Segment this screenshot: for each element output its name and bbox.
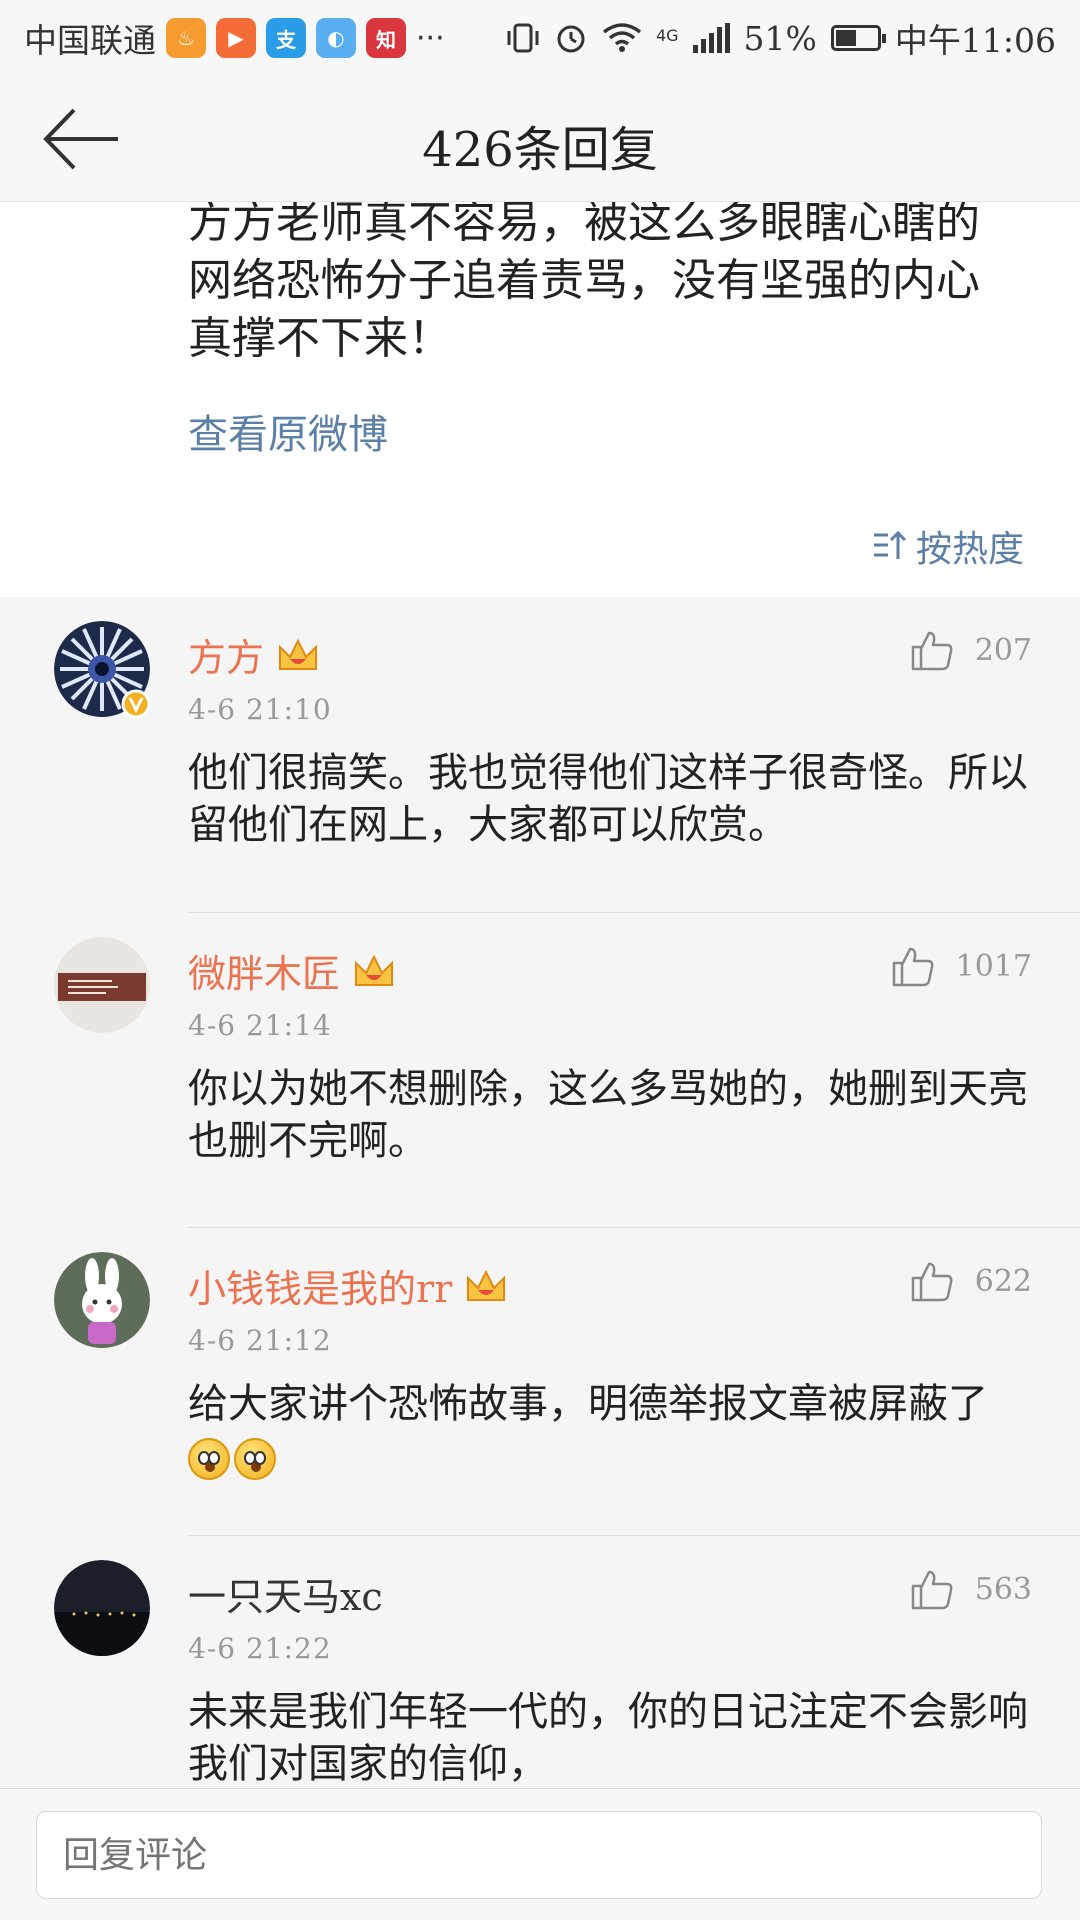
avatar[interactable] bbox=[54, 1252, 150, 1348]
comment-text: 他们很搞笑。我也觉得他们这样子很奇怪。所以留他们在网上，大家都可以欣赏。 bbox=[188, 750, 1028, 848]
avatar[interactable] bbox=[54, 1560, 150, 1656]
comment-item: 微胖木匠 4-6 21:14 1017 你以为她不想删除，这么多骂她的，她删到天… bbox=[0, 913, 1080, 1227]
avatar[interactable] bbox=[54, 937, 150, 1033]
alarm-icon bbox=[557, 25, 585, 53]
verified-badge-icon bbox=[121, 689, 151, 719]
view-original-weibo-link[interactable]: 查看原微博 bbox=[188, 402, 388, 460]
comment-time: 4-6 21:10 bbox=[188, 693, 332, 726]
more-notifications-icon: ··· bbox=[416, 20, 445, 56]
reply-bar bbox=[0, 1788, 1080, 1920]
username-row: 小钱钱是我的rr bbox=[188, 1258, 508, 1313]
status-bar: 中国联通 ♨ ▶ 支 ◐ 知 ··· 4G 51% 中午11:06 bbox=[0, 0, 1080, 76]
avatar-night-city-image bbox=[54, 1560, 150, 1656]
comment-time: 4-6 21:12 bbox=[188, 1324, 332, 1357]
comment-text-block: 给大家讲个恐怖故事，明德举报文章被屏蔽了 bbox=[188, 1378, 1038, 1482]
status-left: 中国联通 ♨ ▶ 支 ◐ 知 ··· bbox=[24, 14, 445, 62]
alipay-icon: 支 bbox=[266, 18, 306, 58]
like-button[interactable]: 563 bbox=[909, 1566, 1032, 1612]
comment-time: 4-6 21:22 bbox=[188, 1632, 332, 1665]
comment-time: 4-6 21:14 bbox=[188, 1009, 332, 1042]
app-icon-orange: ♨ bbox=[166, 18, 206, 58]
comment-item: 一只天马xc 4-6 21:22 563 未来是我们年轻一代的，你的日记注定不会… bbox=[0, 1536, 1080, 1788]
comment-item: 方方 4-6 21:10 207 他们很搞笑。我也觉得他们这样子很奇怪。所以留他… bbox=[0, 597, 1080, 912]
signal-strength-icon bbox=[692, 23, 730, 53]
username[interactable]: 一只天马xc bbox=[188, 1566, 383, 1621]
thumbs-up-icon bbox=[911, 1262, 953, 1302]
top-nav-bar: 426条回复 bbox=[0, 76, 1080, 202]
username-row: 一只天马xc bbox=[188, 1566, 383, 1621]
sort-by-hot-button[interactable]: 按热度 bbox=[872, 520, 1024, 572]
like-count: 1017 bbox=[955, 948, 1032, 984]
vibrate-icon bbox=[507, 23, 539, 53]
clock: 中午11:06 bbox=[894, 21, 1056, 60]
thumbs-up-icon bbox=[911, 631, 953, 671]
battery-fill bbox=[835, 30, 857, 46]
username[interactable]: 方方 bbox=[188, 627, 264, 682]
network-type-label: 4G bbox=[655, 26, 679, 45]
sort-label: 按热度 bbox=[915, 529, 1024, 570]
like-count: 622 bbox=[974, 1263, 1032, 1299]
username[interactable]: 小钱钱是我的rr bbox=[188, 1258, 452, 1313]
status-right: 4G 51% 中午11:06 bbox=[506, 14, 1056, 62]
zhiwang-icon: 知 bbox=[366, 18, 406, 58]
original-comment-section: 方方老师真不容易，被这么多眼瞎心瞎的网络恐怖分子追着责骂，没有坚强的内心真撑不下… bbox=[0, 202, 1080, 597]
crown-badge-icon bbox=[355, 954, 394, 986]
carrier-label: 中国联通 bbox=[24, 21, 156, 60]
avatar-bunny-image bbox=[54, 1252, 150, 1348]
battery-percent: 51% bbox=[743, 18, 817, 58]
sort-icon bbox=[873, 530, 907, 559]
comment-item: 小钱钱是我的rr 4-6 21:12 622 给大家讲个恐怖故事，明德举报文章被… bbox=[0, 1228, 1080, 1535]
like-count: 563 bbox=[974, 1571, 1032, 1607]
username-row: 方方 bbox=[188, 627, 320, 682]
thumbs-up-icon bbox=[911, 1570, 953, 1610]
avatar-photo-image bbox=[54, 937, 150, 1033]
reply-comment-input[interactable] bbox=[36, 1811, 1042, 1899]
original-comment-text: 方方老师真不容易，被这么多眼瞎心瞎的网络恐怖分子追着责骂，没有坚强的内心真撑不下… bbox=[188, 202, 980, 364]
comment-text: 你以为她不想删除，这么多骂她的，她删到天亮也删不完啊。 bbox=[188, 1066, 1028, 1164]
wifi-icon bbox=[602, 23, 642, 52]
video-app-icon: ▶ bbox=[216, 18, 256, 58]
page-title: 426条回复 bbox=[422, 122, 658, 178]
like-button[interactable]: 207 bbox=[909, 627, 1032, 673]
comment-text: 给大家讲个恐怖故事，明德举报文章被屏蔽了 bbox=[188, 1381, 988, 1427]
thumbs-up-icon bbox=[892, 947, 934, 987]
like-count: 207 bbox=[974, 632, 1032, 668]
browser-icon: ◐ bbox=[316, 18, 356, 58]
crown-badge-icon bbox=[279, 638, 318, 670]
username[interactable]: 微胖木匠 bbox=[188, 943, 340, 998]
like-button[interactable]: 1017 bbox=[890, 943, 1032, 989]
comment-text: 未来是我们年轻一代的，你的日记注定不会影响我们对国家的信仰， bbox=[188, 1689, 1028, 1787]
shocked-emoji-icon bbox=[234, 1438, 276, 1480]
crown-badge-icon bbox=[467, 1269, 506, 1301]
like-button[interactable]: 622 bbox=[909, 1258, 1032, 1304]
username-row: 微胖木匠 bbox=[188, 943, 396, 998]
battery-icon bbox=[830, 25, 886, 51]
shocked-emoji-icon bbox=[188, 1438, 230, 1480]
